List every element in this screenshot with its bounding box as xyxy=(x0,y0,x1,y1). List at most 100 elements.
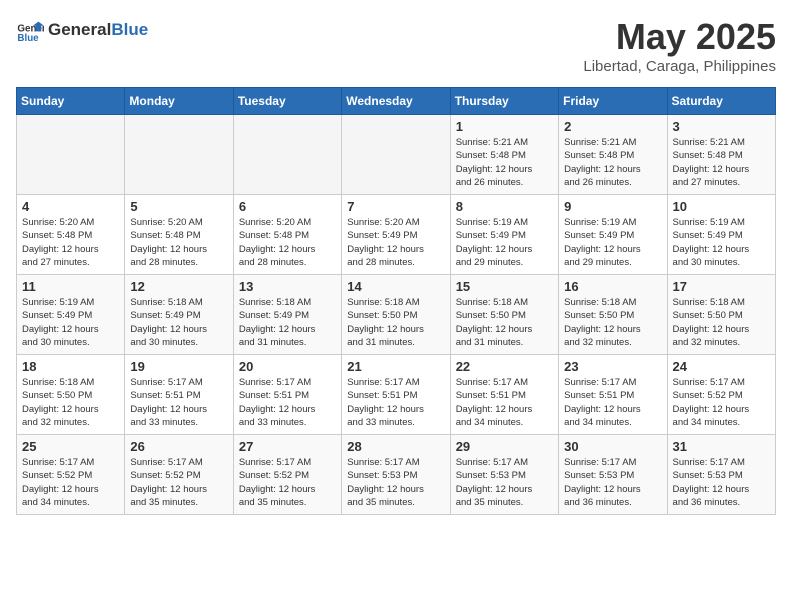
day-number: 10 xyxy=(673,199,770,214)
calendar-cell: 2Sunrise: 5:21 AMSunset: 5:48 PMDaylight… xyxy=(559,115,667,195)
calendar-cell: 25 Sunrise: 5:17 AMSunset: 5:52 PMDayligh… xyxy=(17,435,125,515)
title-block: May 2025 Libertad, Caraga, Philippines xyxy=(583,16,776,75)
day-info: Sunrise: 5:18 AMSunset: 5:49 PMDaylight:… xyxy=(130,296,227,349)
day-info: Sunrise: 5:18 AMSunset: 5:50 PMDaylight:… xyxy=(564,296,661,349)
calendar-cell xyxy=(233,115,341,195)
day-number: 11 xyxy=(22,279,119,294)
day-number: 24 xyxy=(673,359,770,374)
calendar-cell: 28Sunrise: 5:17 AMSunset: 5:53 PMDayligh… xyxy=(342,435,450,515)
calendar-cell: 21 Sunrise: 5:17 AMSunset: 5:51 PMDayligh… xyxy=(342,355,450,435)
day-info: Sunrise: 5:19 AMSunset: 5:49 PMDaylight:… xyxy=(564,216,661,269)
day-info: Sunrise: 5:21 AMSunset: 5:48 PMDaylight:… xyxy=(456,136,553,189)
day-info: Sunrise: 5:17 AMSunset: 5:53 PMDaylight:… xyxy=(347,456,444,509)
location-subtitle: Libertad, Caraga, Philippines xyxy=(583,58,776,75)
day-info: Sunrise: 5:19 AMSunset: 5:49 PMDaylight:… xyxy=(22,296,119,349)
calendar-cell: 24 Sunrise: 5:17 AMSunset: 5:52 PMDayligh… xyxy=(667,355,775,435)
day-number: 22 xyxy=(456,359,553,374)
day-number: 17 xyxy=(673,279,770,294)
calendar-cell: 17Sunrise: 5:18 AMSunset: 5:50 PMDayligh… xyxy=(667,275,775,355)
day-info: Sunrise: 5:17 AMSunset: 5:51 PMDaylight:… xyxy=(130,376,227,429)
day-number: 25 xyxy=(22,439,119,454)
day-header-wednesday: Wednesday xyxy=(342,88,450,115)
calendar-week-row: 18Sunrise: 5:18 AMSunset: 5:50 PMDayligh… xyxy=(17,355,776,435)
day-number: 18 xyxy=(22,359,119,374)
day-number: 1 xyxy=(456,119,553,134)
logo-blue: Blue xyxy=(111,20,148,40)
month-title: May 2025 xyxy=(583,16,776,58)
day-info: Sunrise: 5:17 AMSunset: 5:51 PMDaylight:… xyxy=(564,376,661,429)
day-info: Sunrise: 5:17 AMSunset: 5:51 PMDaylight:… xyxy=(347,376,444,429)
calendar-cell: 5Sunrise: 5:20 AMSunset: 5:48 PMDaylight… xyxy=(125,195,233,275)
day-info: Sunrise: 5:17 AMSunset: 5:53 PMDaylight:… xyxy=(564,456,661,509)
calendar-cell: 14 Sunrise: 5:18 AMSunset: 5:50 PMDayligh… xyxy=(342,275,450,355)
calendar-cell: 16 Sunrise: 5:18 AMSunset: 5:50 PMDayligh… xyxy=(559,275,667,355)
svg-text:Blue: Blue xyxy=(17,33,39,44)
day-number: 3 xyxy=(673,119,770,134)
day-number: 12 xyxy=(130,279,227,294)
day-number: 27 xyxy=(239,439,336,454)
logo: General Blue GeneralBlue xyxy=(16,16,148,44)
day-header-monday: Monday xyxy=(125,88,233,115)
day-header-friday: Friday xyxy=(559,88,667,115)
calendar-cell: 11 Sunrise: 5:19 AMSunset: 5:49 PMDayligh… xyxy=(17,275,125,355)
day-info: Sunrise: 5:21 AMSunset: 5:48 PMDaylight:… xyxy=(673,136,770,189)
logo-general: General xyxy=(48,20,111,40)
day-number: 20 xyxy=(239,359,336,374)
day-number: 9 xyxy=(564,199,661,214)
day-number: 4 xyxy=(22,199,119,214)
day-info: Sunrise: 5:18 AMSunset: 5:50 PMDaylight:… xyxy=(456,296,553,349)
calendar-week-row: 25 Sunrise: 5:17 AMSunset: 5:52 PMDayligh… xyxy=(17,435,776,515)
day-number: 16 xyxy=(564,279,661,294)
calendar-cell: 3 Sunrise: 5:21 AMSunset: 5:48 PMDaylight… xyxy=(667,115,775,195)
day-number: 26 xyxy=(130,439,227,454)
day-number: 21 xyxy=(347,359,444,374)
day-header-tuesday: Tuesday xyxy=(233,88,341,115)
calendar-cell: 20 Sunrise: 5:17 AMSunset: 5:51 PMDayligh… xyxy=(233,355,341,435)
day-info: Sunrise: 5:17 AMSunset: 5:51 PMDaylight:… xyxy=(239,376,336,429)
calendar-cell xyxy=(17,115,125,195)
calendar-week-row: 4 Sunrise: 5:20 AMSunset: 5:48 PMDaylight… xyxy=(17,195,776,275)
day-number: 23 xyxy=(564,359,661,374)
day-number: 13 xyxy=(239,279,336,294)
day-info: Sunrise: 5:17 AMSunset: 5:52 PMDaylight:… xyxy=(130,456,227,509)
logo-icon: General Blue xyxy=(16,16,44,44)
day-number: 8 xyxy=(456,199,553,214)
day-info: Sunrise: 5:17 AMSunset: 5:52 PMDaylight:… xyxy=(673,376,770,429)
calendar-cell: 23 Sunrise: 5:17 AMSunset: 5:51 PMDayligh… xyxy=(559,355,667,435)
day-info: Sunrise: 5:21 AMSunset: 5:48 PMDaylight:… xyxy=(564,136,661,189)
day-info: Sunrise: 5:20 AMSunset: 5:48 PMDaylight:… xyxy=(130,216,227,269)
day-number: 7 xyxy=(347,199,444,214)
day-info: Sunrise: 5:17 AMSunset: 5:52 PMDaylight:… xyxy=(22,456,119,509)
day-number: 14 xyxy=(347,279,444,294)
day-info: Sunrise: 5:19 AMSunset: 5:49 PMDaylight:… xyxy=(456,216,553,269)
day-number: 19 xyxy=(130,359,227,374)
day-info: Sunrise: 5:17 AMSunset: 5:53 PMDaylight:… xyxy=(673,456,770,509)
calendar-cell: 12 Sunrise: 5:18 AMSunset: 5:49 PMDayligh… xyxy=(125,275,233,355)
calendar-week-row: 1 Sunrise: 5:21 AMSunset: 5:48 PMDaylight… xyxy=(17,115,776,195)
day-info: Sunrise: 5:20 AMSunset: 5:49 PMDaylight:… xyxy=(347,216,444,269)
calendar-cell: 18Sunrise: 5:18 AMSunset: 5:50 PMDayligh… xyxy=(17,355,125,435)
calendar-cell: 6Sunrise: 5:20 AMSunset: 5:48 PMDaylight… xyxy=(233,195,341,275)
day-info: Sunrise: 5:20 AMSunset: 5:48 PMDaylight:… xyxy=(22,216,119,269)
day-info: Sunrise: 5:20 AMSunset: 5:48 PMDaylight:… xyxy=(239,216,336,269)
calendar-cell: 22Sunrise: 5:17 AMSunset: 5:51 PMDayligh… xyxy=(450,355,558,435)
day-info: Sunrise: 5:19 AMSunset: 5:49 PMDaylight:… xyxy=(673,216,770,269)
calendar-cell: 31 Sunrise: 5:17 AMSunset: 5:53 PMDayligh… xyxy=(667,435,775,515)
day-number: 30 xyxy=(564,439,661,454)
calendar-cell: 27 Sunrise: 5:17 AMSunset: 5:52 PMDayligh… xyxy=(233,435,341,515)
calendar-cell: 7 Sunrise: 5:20 AMSunset: 5:49 PMDaylight… xyxy=(342,195,450,275)
calendar-cell: 10 Sunrise: 5:19 AMSunset: 5:49 PMDayligh… xyxy=(667,195,775,275)
day-number: 15 xyxy=(456,279,553,294)
day-info: Sunrise: 5:18 AMSunset: 5:50 PMDaylight:… xyxy=(347,296,444,349)
calendar-cell: 15 Sunrise: 5:18 AMSunset: 5:50 PMDayligh… xyxy=(450,275,558,355)
calendar-table: SundayMondayTuesdayWednesdayThursdayFrid… xyxy=(16,87,776,515)
calendar-cell: 9 Sunrise: 5:19 AMSunset: 5:49 PMDaylight… xyxy=(559,195,667,275)
calendar-cell: 13Sunrise: 5:18 AMSunset: 5:49 PMDayligh… xyxy=(233,275,341,355)
calendar-week-row: 11 Sunrise: 5:19 AMSunset: 5:49 PMDayligh… xyxy=(17,275,776,355)
day-number: 29 xyxy=(456,439,553,454)
day-number: 31 xyxy=(673,439,770,454)
calendar-cell xyxy=(125,115,233,195)
page-header: General Blue GeneralBlue May 2025 Libert… xyxy=(16,16,776,75)
calendar-header-row: SundayMondayTuesdayWednesdayThursdayFrid… xyxy=(17,88,776,115)
day-info: Sunrise: 5:17 AMSunset: 5:52 PMDaylight:… xyxy=(239,456,336,509)
